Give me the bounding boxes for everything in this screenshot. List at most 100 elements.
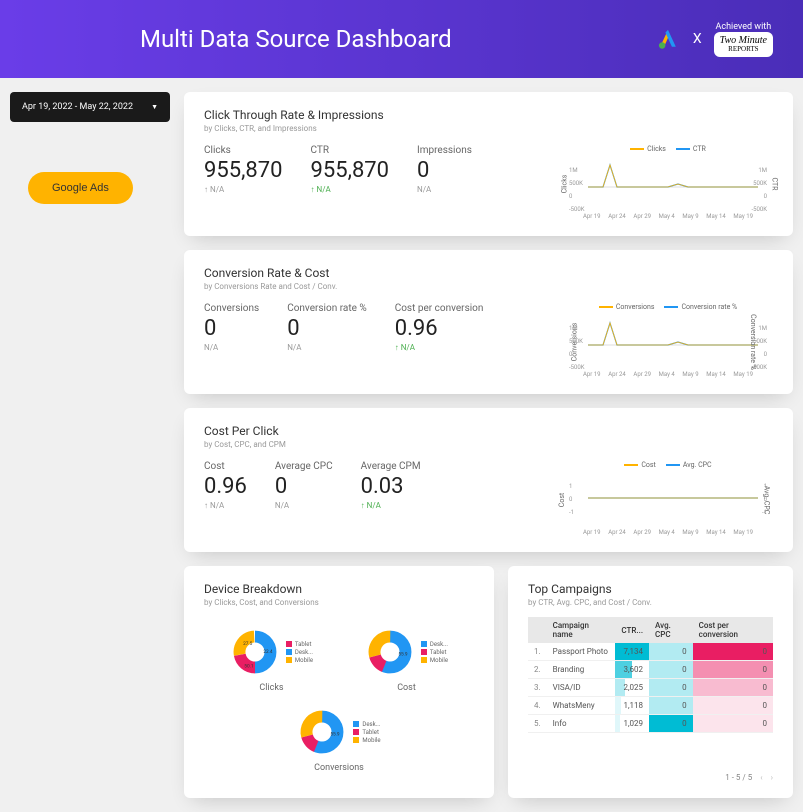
legend-item: CTR	[676, 145, 706, 153]
table-header[interactable]: Cost per conversion	[693, 617, 773, 643]
card-title: Cost Per Click	[204, 424, 773, 438]
svg-text:22.4: 22.4	[263, 649, 273, 655]
card-subtitle: by Cost, CPC, and CPM	[204, 440, 773, 449]
conv-cell: 0	[693, 661, 773, 679]
svg-text:55.9: 55.9	[331, 732, 341, 738]
chevron-down-icon: ▼	[151, 103, 158, 111]
campaign-name: VISA/ID	[547, 679, 616, 697]
header-logos: X Achieved with Two Minute REPORTS	[655, 22, 773, 57]
metric: Conversion rate % 0 N/A	[287, 303, 367, 378]
card-subtitle: by CTR, Avg. CPC, and Cost / Conv.	[528, 598, 773, 607]
date-range-picker[interactable]: Apr 19, 2022 - May 22, 2022 ▼	[10, 92, 170, 122]
metric-delta: N/A	[204, 501, 247, 510]
metric-value: 0	[204, 316, 259, 341]
y-axis-left: Clicks	[560, 175, 568, 194]
ctr-cell: 1,029	[615, 715, 649, 733]
metric: Cost per conversion 0.96 N/A	[395, 303, 484, 378]
table-row[interactable]: 5. Info 1,029 0 0	[528, 715, 773, 733]
google-ads-button[interactable]: Google Ads	[28, 172, 133, 204]
card-top-campaigns: Top Campaigns by CTR, Avg. CPC, and Cost…	[508, 566, 793, 798]
card-title: Top Campaigns	[528, 582, 773, 596]
metric-value: 0	[275, 474, 333, 499]
metric: Cost 0.96 N/A	[204, 461, 247, 536]
table-pager: 1 - 5 / 5 ‹ ›	[528, 773, 773, 782]
svg-text:55.9: 55.9	[398, 652, 408, 658]
campaign-name: Passport Photo	[547, 643, 616, 661]
card-subtitle: by Clicks, Cost, and Conversions	[204, 598, 474, 607]
cpc-cell: 0	[649, 661, 693, 679]
metric-label: Conversion rate %	[287, 303, 367, 314]
svg-text:50.1: 50.1	[244, 663, 253, 669]
metric-delta: N/A	[287, 343, 367, 352]
separator-x: X	[693, 31, 702, 47]
metric-value: 0	[287, 316, 367, 341]
table-row[interactable]: 4. WhatsMeny 1,118 0 0	[528, 697, 773, 715]
metric-delta: N/A	[275, 501, 333, 510]
google-ads-icon	[655, 26, 681, 52]
legend-item: Conversion rate %	[664, 303, 737, 311]
card-subtitle: by Conversions Rate and Cost / Conv.	[204, 282, 773, 291]
card-device-breakdown: Device Breakdown by Clicks, Cost, and Co…	[184, 566, 494, 798]
metric: CTR 955,870 N/A	[311, 145, 390, 220]
donut-clicks: 27.5 22.4 50.1	[230, 627, 280, 677]
conv-cell: 0	[693, 697, 773, 715]
table-row[interactable]: 2. Branding 3,602 0 0	[528, 661, 773, 679]
metric-value: 0.03	[361, 474, 421, 499]
achieved-badge: Achieved with Two Minute REPORTS	[714, 22, 773, 57]
ctr-cell: 3,602	[615, 661, 649, 679]
pager-info: 1 - 5 / 5	[725, 773, 752, 782]
metric-value: 0	[417, 158, 472, 183]
metric-label: Impressions	[417, 145, 472, 156]
donut-caption-clicks: Clicks	[230, 683, 313, 693]
conv-cell: 0	[693, 679, 773, 697]
metric-delta: N/A	[204, 343, 259, 352]
line-chart	[563, 473, 773, 523]
metric-value: 0.96	[204, 474, 247, 499]
ctr-cell: 2,025	[615, 679, 649, 697]
metric-label: Cost per conversion	[395, 303, 484, 314]
card-ctr-impressions: Click Through Rate & Impressions by Clic…	[184, 92, 793, 236]
table-header[interactable]: Avg. CPC	[649, 617, 693, 643]
campaign-name: Branding	[547, 661, 616, 679]
metric-label: CTR	[311, 145, 390, 156]
cpc-cell: 0	[649, 697, 693, 715]
table-header[interactable]: CTR...	[615, 617, 649, 643]
metric: Conversions 0 N/A	[204, 303, 259, 378]
metric: Average CPM 0.03 N/A	[361, 461, 421, 536]
conv-cell: 0	[693, 715, 773, 733]
campaign-name: WhatsMeny	[547, 697, 616, 715]
card-title: Click Through Rate & Impressions	[204, 108, 773, 122]
table-header[interactable]: Campaign name	[547, 617, 616, 643]
ctr-cell: 7,134	[615, 643, 649, 661]
pager-next-button[interactable]: ›	[771, 773, 773, 782]
cpc-cell: 0	[649, 715, 693, 733]
cpc-cell: 0	[649, 643, 693, 661]
metric-label: Average CPM	[361, 461, 421, 472]
conv-cell: 0	[693, 643, 773, 661]
y-axis-left: Cost	[558, 493, 566, 507]
reports-badge: Two Minute REPORTS	[714, 32, 773, 57]
legend-item: Cost	[624, 461, 655, 469]
svg-text:27.5: 27.5	[243, 641, 253, 647]
metric-label: Conversions	[204, 303, 259, 314]
table-header[interactable]	[528, 617, 547, 643]
card-title: Conversion Rate & Cost	[204, 266, 773, 280]
metric-delta: N/A	[361, 501, 421, 510]
metric-label: Clicks	[204, 145, 283, 156]
metric-delta: N/A	[417, 185, 472, 194]
metric-delta: N/A	[395, 343, 484, 352]
date-range-label: Apr 19, 2022 - May 22, 2022	[22, 102, 133, 112]
card-subtitle: by Clicks, CTR, and Impressions	[204, 124, 773, 133]
table-row[interactable]: 3. VISA/ID 2,025 0 0	[528, 679, 773, 697]
campaign-name: Info	[547, 715, 616, 733]
table-row[interactable]: 1. Passport Photo 7,134 0 0	[528, 643, 773, 661]
metric-delta: N/A	[204, 185, 283, 194]
card-cpc: Cost Per Click by Cost, CPC, and CPM Cos…	[184, 408, 793, 552]
page-title: Multi Data Source Dashboard	[140, 25, 452, 53]
metric: Clicks 955,870 N/A	[204, 145, 283, 220]
pager-prev-button[interactable]: ‹	[760, 773, 762, 782]
legend-item: Clicks	[630, 145, 666, 153]
metric-value: 955,870	[311, 158, 390, 183]
metric-label: Cost	[204, 461, 247, 472]
metric: Average CPC 0 N/A	[275, 461, 333, 536]
